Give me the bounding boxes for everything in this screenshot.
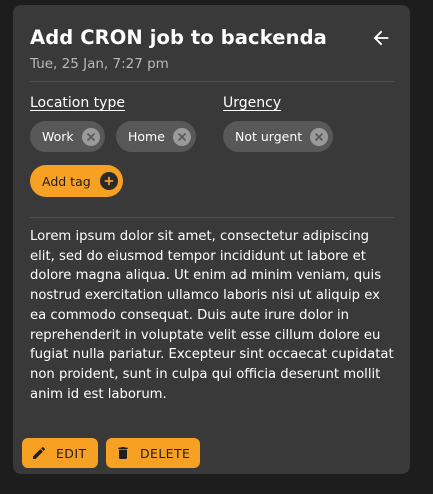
urgency-label: Urgency [223,95,282,111]
trash-icon [115,445,131,461]
card-header: Add CRON job to backenda Tue, 25 Jan, 7:… [30,25,393,73]
back-button[interactable] [370,27,392,49]
close-icon [86,132,95,141]
edit-button-label: EDIT [56,445,87,461]
close-icon [315,132,324,141]
delete-button-label: DELETE [140,445,191,461]
edit-button[interactable]: EDIT [22,438,98,468]
body-divider [30,217,394,218]
tag-chip-label: Work [42,129,74,144]
card-title: Add CRON job to backenda [30,26,327,49]
remove-tag-button[interactable] [310,127,329,146]
delete-button[interactable]: DELETE [106,438,200,468]
tag-chip-not-urgent: Not urgent [223,121,334,152]
tag-chip-work: Work [30,121,105,152]
tag-chip-label: Not urgent [235,129,303,144]
close-icon [178,132,186,141]
add-tag-button[interactable]: Add tag [30,165,123,197]
remove-tag-button[interactable] [81,127,100,146]
location-type-label: Location type [30,95,125,111]
pencil-icon [31,445,47,461]
task-card: Add CRON job to backenda Tue, 25 Jan, 7:… [13,5,410,474]
plus-circle-icon [99,172,118,190]
card-date: Tue, 25 Jan, 7:27 pm [30,56,169,72]
header-divider [30,81,394,82]
task-description: Lorem ipsum dolor sit amet, consectetur … [30,229,394,402]
arrow-left-icon [373,30,389,46]
remove-tag-button[interactable] [172,127,191,146]
tag-chip-home: Home [116,121,196,152]
add-tag-label: Add tag [42,173,91,189]
tag-chip-label: Home [128,129,165,144]
